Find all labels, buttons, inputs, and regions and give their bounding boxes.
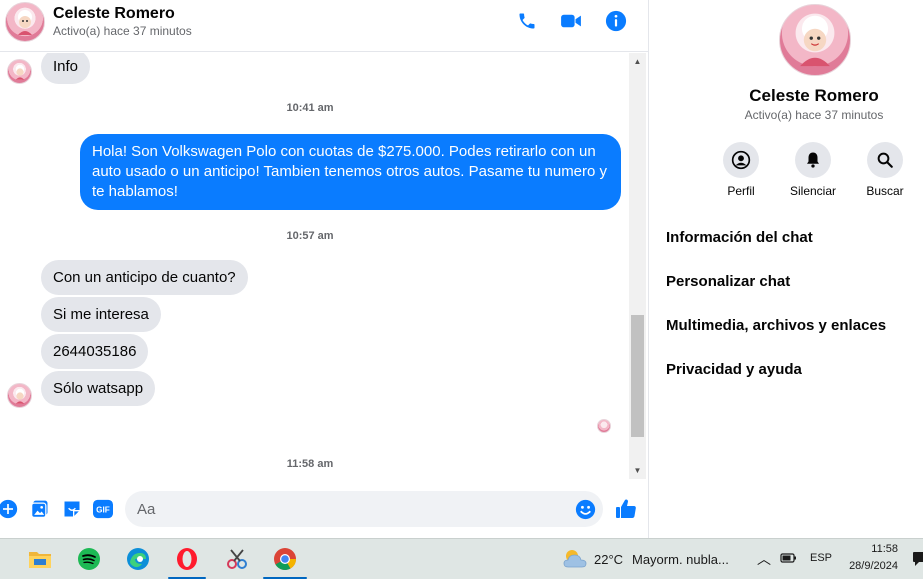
clock-date[interactable]: 28/9/2024	[840, 560, 898, 572]
phone-icon[interactable]	[515, 9, 539, 33]
message-avatar	[7, 59, 32, 84]
contact-avatar[interactable]	[5, 2, 45, 42]
composer: GIF	[0, 480, 648, 538]
chat-pane: Celeste Romero Activo(a) hace 37 minutos…	[0, 0, 648, 538]
clock-time[interactable]: 11:58	[848, 543, 898, 555]
chat-header: Celeste Romero Activo(a) hace 37 minutos	[0, 0, 648, 52]
details-name: Celeste Romero	[749, 86, 879, 105]
search-action-label: Buscar	[866, 184, 904, 198]
profile-action-label: Perfil	[727, 184, 755, 198]
message-list: Info 10:41 am Hola! Son Volkswagen Polo …	[0, 53, 628, 479]
search-action-button[interactable]: Buscar	[855, 142, 915, 198]
profile-icon	[723, 142, 759, 178]
menu-customize-chat[interactable]: Personalizar chat	[666, 273, 790, 290]
message-bubble-incoming[interactable]: Con un anticipo de cuanto?	[41, 260, 248, 295]
timestamp: 11:58 am	[286, 458, 334, 470]
weather-cloud-icon[interactable]	[562, 548, 588, 570]
message-bubble-incoming[interactable]: 2644035186	[41, 334, 149, 369]
scroll-up-arrow-icon[interactable]: ▲	[629, 53, 646, 70]
video-call-icon[interactable]	[559, 9, 583, 33]
notification-icon[interactable]	[912, 551, 923, 567]
weather-description[interactable]: Mayorm. nubla...	[632, 552, 729, 567]
menu-media-files-links[interactable]: Multimedia, archivos y enlaces	[666, 317, 886, 334]
details-avatar[interactable]	[779, 4, 851, 76]
svg-text:GIF: GIF	[96, 506, 110, 515]
info-icon[interactable]	[604, 9, 628, 33]
emoji-icon[interactable]	[575, 499, 596, 520]
details-status: Activo(a) hace 37 minutos	[744, 108, 884, 122]
menu-privacy-help[interactable]: Privacidad y ayuda	[666, 361, 802, 378]
chrome-browser-icon[interactable]	[271, 545, 299, 573]
message-bubble-info[interactable]: Info	[41, 53, 91, 84]
search-icon	[867, 142, 903, 178]
messenger-app: Celeste Romero Activo(a) hace 37 minutos…	[0, 0, 923, 579]
snipping-tool-icon[interactable]	[223, 545, 251, 573]
menu-chat-info[interactable]: Información del chat	[666, 229, 813, 246]
mute-action-label: Silenciar	[789, 184, 837, 198]
file-explorer-icon[interactable]	[26, 545, 54, 573]
bell-icon	[795, 142, 831, 178]
scrollbar-thumb[interactable]	[631, 315, 644, 437]
contact-name[interactable]: Celeste Romero	[53, 5, 175, 23]
sticker-icon[interactable]	[61, 498, 83, 520]
battery-icon[interactable]	[780, 551, 798, 565]
message-bubble-incoming[interactable]: Sólo watsapp	[41, 371, 156, 406]
timestamp: 10:57 am	[286, 230, 334, 242]
scroll-down-arrow-icon[interactable]: ▼	[629, 462, 646, 479]
opera-browser-icon[interactable]	[173, 545, 201, 573]
mute-action-button[interactable]: Silenciar	[783, 142, 843, 198]
spotify-icon[interactable]	[75, 545, 103, 573]
windows-taskbar: 22°C Mayorm. nubla... ︿ ESP 11:58 28/9/2…	[0, 538, 923, 579]
message-scrollbar[interactable]: ▲ ▼	[629, 53, 646, 479]
language-indicator[interactable]: ESP	[810, 552, 832, 564]
timestamp: 10:41 am	[286, 102, 334, 114]
photo-icon[interactable]	[29, 498, 51, 520]
weather-temperature[interactable]: 22°C	[594, 552, 623, 567]
like-icon[interactable]	[614, 497, 638, 521]
message-bubble-outgoing[interactable]: Hola! Son Volkswagen Polo con cuotas de …	[80, 134, 621, 210]
profile-action-button[interactable]: Perfil	[711, 142, 771, 198]
message-input[interactable]	[125, 491, 603, 527]
contact-status: Activo(a) hace 37 minutos	[53, 24, 192, 38]
plus-icon[interactable]	[0, 498, 19, 520]
message-avatar	[7, 383, 32, 408]
details-panel: Celeste Romero Activo(a) hace 37 minutos…	[648, 0, 923, 538]
edge-browser-icon[interactable]	[124, 545, 152, 573]
gif-icon[interactable]: GIF	[92, 498, 114, 520]
seen-indicator-avatar	[597, 419, 611, 433]
message-bubble-incoming[interactable]: Si me interesa	[41, 297, 161, 332]
chevron-up-icon[interactable]: ︿	[757, 549, 771, 569]
